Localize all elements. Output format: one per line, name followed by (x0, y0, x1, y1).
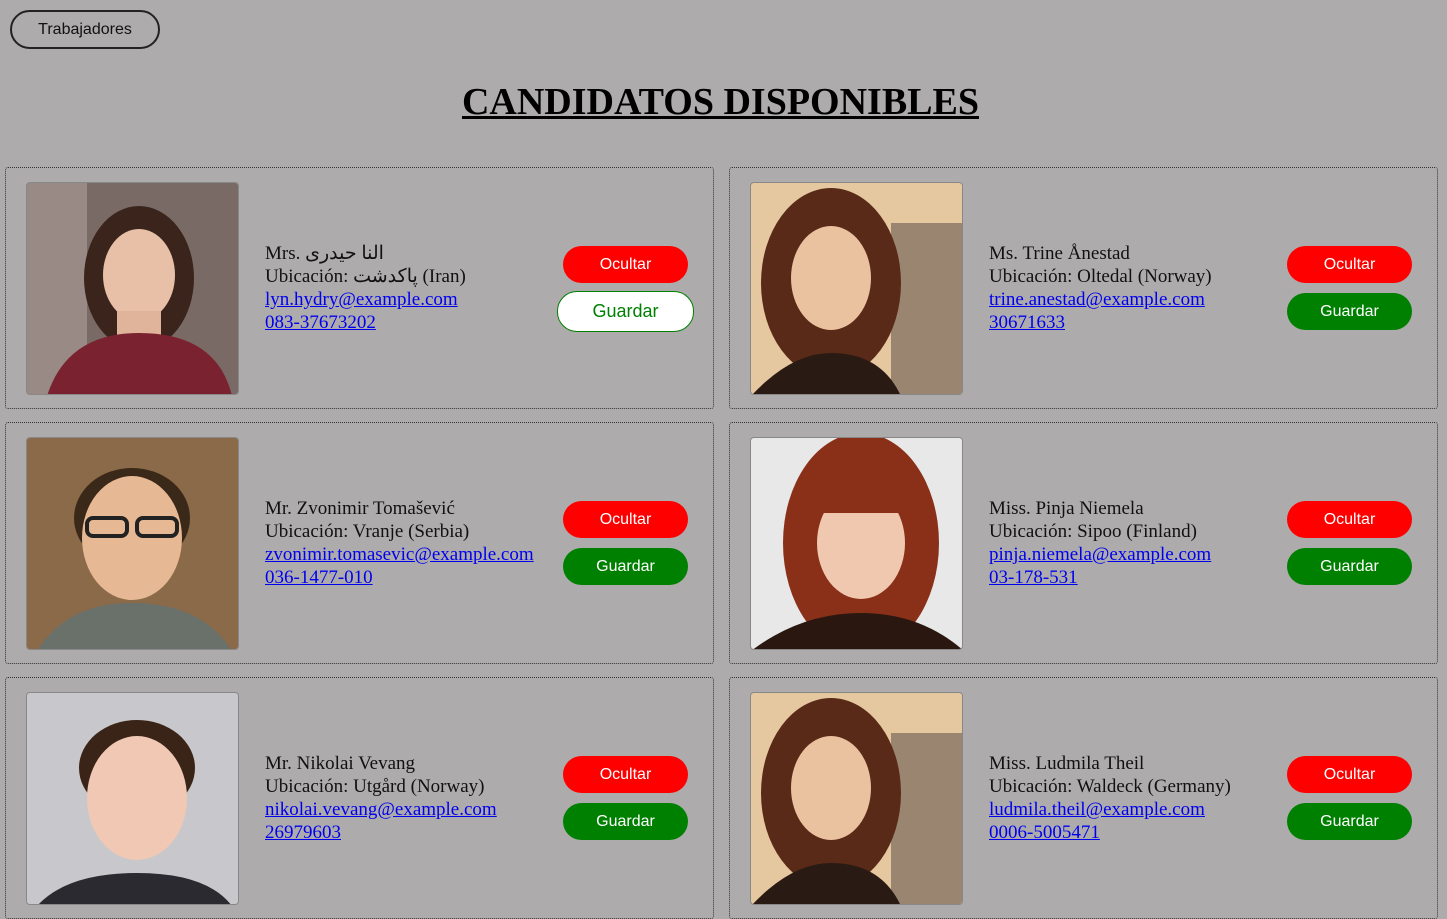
candidate-name: Mr. Zvonimir Tomašević (265, 498, 455, 519)
candidate-location: Ubicación: Sipoo (Finland) (989, 521, 1197, 542)
candidate-card: Ms. Trine Ånestad Ubicación: Oltedal (No… (729, 167, 1438, 409)
candidate-name: Miss. Pinja Niemela (989, 498, 1144, 519)
candidate-location: Ubicación: Vranje (Serbia) (265, 521, 470, 542)
candidate-actions: Ocultar Guardar (1281, 756, 1418, 840)
candidate-email-link[interactable]: nikolai.vevang@example.com (265, 798, 497, 821)
hide-button[interactable]: Ocultar (563, 246, 688, 283)
candidate-name: Ms. Trine Ånestad (989, 243, 1130, 264)
hide-button[interactable]: Ocultar (1287, 756, 1412, 793)
candidate-card: Mr. Nikolai Vevang Ubicación: Utgård (No… (5, 677, 714, 919)
save-button[interactable]: Guardar (563, 548, 688, 585)
candidate-actions: Ocultar Guardar (1281, 246, 1418, 330)
candidate-actions: Ocultar Guardar (557, 501, 694, 585)
save-button[interactable]: Guardar (1287, 548, 1412, 585)
candidate-card: Miss. Ludmila Theil Ubicación: Waldeck (… (729, 677, 1438, 919)
candidate-card: Mrs. النا حیدری Ubicación: پاکدشت (Iran)… (5, 167, 714, 409)
candidate-email-link[interactable]: lyn.hydry@example.com (265, 288, 466, 311)
candidates-grid: Mrs. النا حیدری Ubicación: پاکدشت (Iran)… (5, 167, 1438, 919)
save-button[interactable]: Guardar (557, 291, 694, 332)
workers-button[interactable]: Trabajadores (10, 10, 160, 49)
candidate-actions: Ocultar Guardar (557, 246, 694, 332)
save-button[interactable]: Guardar (1287, 803, 1412, 840)
candidate-email-link[interactable]: pinja.niemela@example.com (989, 543, 1211, 566)
candidate-card: Miss. Pinja Niemela Ubicación: Sipoo (Fi… (729, 422, 1438, 664)
candidate-info: Miss. Ludmila Theil Ubicación: Waldeck (… (989, 752, 1231, 844)
candidate-info: Mr. Zvonimir Tomašević Ubicación: Vranje… (265, 497, 534, 589)
candidate-phone-link[interactable]: 083-37673202 (265, 311, 466, 334)
candidate-info: Mr. Nikolai Vevang Ubicación: Utgård (No… (265, 752, 497, 844)
candidate-phone-link[interactable]: 036-1477-010 (265, 566, 534, 589)
candidate-location: Ubicación: Waldeck (Germany) (989, 776, 1231, 797)
candidate-actions: Ocultar Guardar (557, 756, 694, 840)
page-title: CANDIDATOS DISPONIBLES (461, 81, 979, 123)
candidate-card: Mr. Zvonimir Tomašević Ubicación: Vranje… (5, 422, 714, 664)
candidate-location: Ubicación: Oltedal (Norway) (989, 266, 1212, 287)
candidate-info: Ms. Trine Ånestad Ubicación: Oltedal (No… (989, 242, 1212, 334)
candidate-phone-link[interactable]: 26979603 (265, 821, 497, 844)
candidate-info: Miss. Pinja Niemela Ubicación: Sipoo (Fi… (989, 497, 1211, 589)
candidate-email-link[interactable]: zvonimir.tomasevic@example.com (265, 543, 534, 566)
candidate-photo (26, 692, 239, 905)
candidate-actions: Ocultar Guardar (1281, 501, 1418, 585)
candidate-photo (26, 182, 239, 395)
candidate-email-link[interactable]: trine.anestad@example.com (989, 288, 1212, 311)
save-button[interactable]: Guardar (1287, 293, 1412, 330)
candidate-photo (26, 437, 239, 650)
candidate-phone-link[interactable]: 0006-5005471 (989, 821, 1231, 844)
save-button[interactable]: Guardar (563, 803, 688, 840)
candidate-photo (750, 692, 963, 905)
hide-button[interactable]: Ocultar (1287, 501, 1412, 538)
candidate-location: Ubicación: Utgård (Norway) (265, 776, 485, 797)
candidate-name: Miss. Ludmila Theil (989, 753, 1145, 774)
candidate-location: Ubicación: پاکدشت (Iran) (265, 266, 466, 287)
hide-button[interactable]: Ocultar (563, 756, 688, 793)
candidate-phone-link[interactable]: 03-178-531 (989, 566, 1211, 589)
candidate-name: Mr. Nikolai Vevang (265, 753, 416, 774)
hide-button[interactable]: Ocultar (1287, 246, 1412, 283)
candidate-photo (750, 437, 963, 650)
candidate-info: Mrs. النا حیدری Ubicación: پاکدشت (Iran)… (265, 242, 466, 334)
candidate-phone-link[interactable]: 30671633 (989, 311, 1212, 334)
hide-button[interactable]: Ocultar (563, 501, 688, 538)
candidate-name: Mrs. النا حیدری (265, 243, 384, 264)
candidate-photo (750, 182, 963, 395)
candidate-email-link[interactable]: ludmila.theil@example.com (989, 798, 1231, 821)
